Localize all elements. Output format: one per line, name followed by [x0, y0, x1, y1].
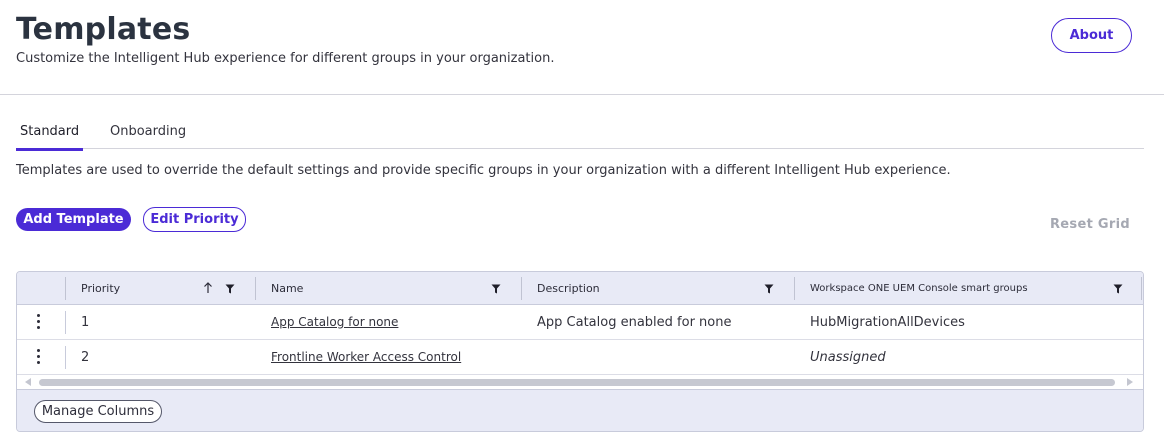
cell-smart-groups: HubMigrationAllDevices — [810, 314, 965, 330]
edit-priority-button[interactable]: Edit Priority — [143, 207, 246, 232]
cell-smart-groups: Unassigned — [810, 349, 886, 365]
column-header-description[interactable]: Description — [537, 272, 600, 305]
column-separator — [1141, 277, 1142, 300]
row-separator — [65, 311, 66, 334]
column-header-name[interactable]: Name — [271, 272, 303, 305]
reset-grid-button[interactable]: Reset Grid — [1050, 217, 1130, 232]
horizontal-scrollbar[interactable] — [17, 375, 1143, 389]
page-header: Templates Customize the Intelligent Hub … — [0, 0, 1164, 95]
scroll-right-arrow-icon[interactable] — [1127, 378, 1133, 386]
page-title: Templates — [16, 12, 191, 47]
cell-priority: 2 — [81, 349, 90, 365]
filter-funnel-icon[interactable] — [225, 284, 235, 294]
filter-funnel-icon[interactable] — [491, 284, 501, 294]
cell-name-link[interactable]: Frontline Worker Access Control — [271, 340, 461, 374]
kebab-menu-icon[interactable] — [36, 349, 42, 367]
manage-columns-button[interactable]: Manage Columns — [34, 400, 162, 423]
cell-description: App Catalog enabled for none — [537, 314, 732, 330]
filter-funnel-icon[interactable] — [1113, 284, 1123, 294]
filter-funnel-icon[interactable] — [764, 284, 774, 294]
about-button[interactable]: About — [1051, 18, 1132, 53]
column-separator — [521, 277, 522, 300]
grid-header: Priority Name Description Workspace ONE … — [17, 272, 1143, 305]
templates-description: Templates are used to override the defau… — [16, 163, 951, 178]
column-separator — [65, 277, 66, 300]
column-separator — [255, 277, 256, 300]
sort-ascending-arrow-icon[interactable] — [203, 282, 213, 294]
scrollbar-thumb[interactable] — [39, 379, 1115, 386]
tab-onboarding[interactable]: Onboarding — [110, 124, 186, 149]
table-row[interactable]: 1 App Catalog for none App Catalog enabl… — [17, 305, 1143, 340]
table-row[interactable]: 2 Frontline Worker Access Control Unassi… — [17, 340, 1143, 375]
column-header-smart-groups[interactable]: Workspace ONE UEM Console smart groups — [810, 272, 1028, 305]
templates-grid: Priority Name Description Workspace ONE … — [16, 271, 1144, 432]
tab-standard[interactable]: Standard — [15, 124, 84, 151]
tab-bar: Standard Onboarding — [15, 118, 1144, 151]
cell-priority: 1 — [81, 314, 90, 330]
cell-name-link[interactable]: App Catalog for none — [271, 305, 398, 339]
scroll-left-arrow-icon[interactable] — [25, 378, 31, 386]
row-separator — [65, 346, 66, 369]
column-header-priority[interactable]: Priority — [81, 272, 120, 305]
column-separator — [794, 277, 795, 300]
page-subtitle: Customize the Intelligent Hub experience… — [16, 51, 555, 66]
add-template-button[interactable]: Add Template — [16, 208, 131, 231]
kebab-menu-icon[interactable] — [36, 314, 42, 332]
grid-footer: Manage Columns — [17, 389, 1143, 431]
